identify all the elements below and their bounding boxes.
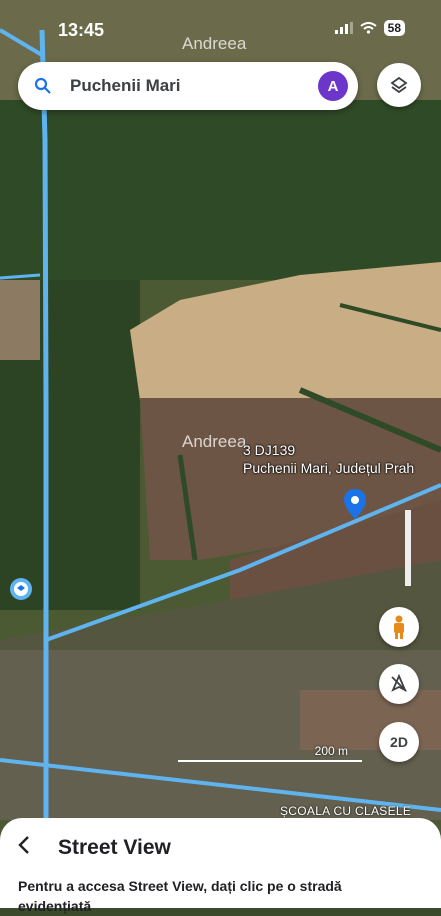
pegman-placement-bar xyxy=(405,510,411,586)
search-bar[interactable]: Puchenii Mari A xyxy=(18,62,358,110)
search-query[interactable]: Puchenii Mari xyxy=(70,76,318,96)
watermark-center: Andreea xyxy=(182,432,247,451)
status-icons: 58 xyxy=(334,20,405,36)
back-chevron-icon[interactable] xyxy=(14,834,34,856)
compass-button[interactable] xyxy=(379,664,419,704)
pegman-icon xyxy=(394,615,404,639)
layers-icon xyxy=(390,76,408,94)
scale-bar: 200 m xyxy=(178,744,362,764)
place-label-line2: Puchenii Mari, Județul Prah xyxy=(243,460,415,476)
layers-button[interactable] xyxy=(377,63,421,107)
status-time: 13:45 xyxy=(58,20,105,40)
wifi-icon xyxy=(360,22,377,34)
street-view-marker-icon[interactable] xyxy=(9,577,33,601)
pegman-button[interactable] xyxy=(379,607,419,647)
battery-indicator: 58 xyxy=(383,20,405,36)
poi-label[interactable]: ȘCOALA CU CLASELE xyxy=(280,804,411,818)
map-pin-icon[interactable] xyxy=(343,488,367,520)
view-mode-2d-button[interactable]: 2D xyxy=(379,722,419,762)
signal-icon xyxy=(334,22,353,34)
place-label-line1: 3 DJ139 xyxy=(243,442,296,458)
place-label: 3 DJ139 Puchenii Mari, Județul Prah xyxy=(243,441,414,477)
sheet-title: Street View xyxy=(58,836,171,859)
search-icon xyxy=(34,77,51,94)
account-avatar[interactable]: A xyxy=(318,71,348,101)
watermark-top: Andreea xyxy=(182,34,247,53)
scale-line xyxy=(178,760,362,762)
sheet-description: Pentru a accesa Street View, dați clic p… xyxy=(18,878,342,914)
street-view-sheet: Street View Pentru a accesa Street View,… xyxy=(0,818,441,914)
compass-icon xyxy=(391,673,407,692)
scale-label: 200 m xyxy=(314,744,348,758)
